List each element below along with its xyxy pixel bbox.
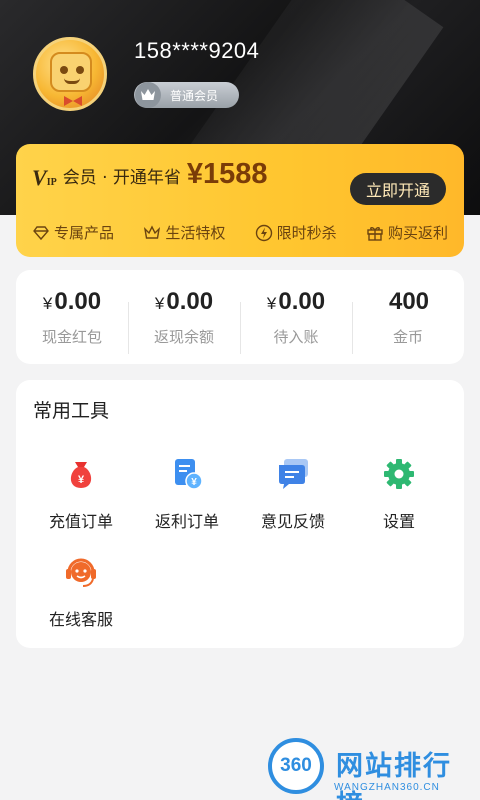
tool-recharge-orders[interactable]: ¥ 充值订单 [28,456,134,532]
vip-promo-card[interactable]: VIP 会员 · 开通年省 ¥1588 立即开通 专属产品 生活特权 限时秒杀 … [16,144,464,257]
vip-logo: VIP [32,165,57,190]
avatar[interactable] [33,37,107,111]
crown-icon [135,82,161,108]
perk-exclusive-products[interactable]: 专属产品 [32,222,114,243]
feedback-chat-icon [279,459,308,489]
stat-value: ¥0.00 [266,287,326,315]
tool-label: 设置 [382,512,415,531]
perk-purchase-rebate[interactable]: 购买返利 [366,222,448,243]
tool-rebate-orders[interactable]: ¥ 返利订单 [134,456,240,532]
watermark: 360 网站排行榜 WANGZHAN360.CN [268,738,480,800]
rebate-doc-icon: ¥ [175,459,203,490]
crown-icon [144,224,161,239]
avatar-bow [64,96,82,106]
tool-label: 在线客服 [48,610,113,629]
stat-pending[interactable]: ¥0.00 待入账 [240,287,352,354]
stat-cash-red-packet[interactable]: ¥0.00 现金红包 [16,288,128,347]
vip-promo-text: 会员 · 开通年省 [62,168,181,188]
avatar-eye-right [76,66,84,74]
vip-headline: VIP 会员 · 开通年省 ¥1588 [32,158,268,191]
stat-cashback-balance[interactable]: ¥0.00 返现余额 [128,287,240,354]
user-phone: 158****9204 [134,38,260,63]
stat-label: 待入账 [273,327,319,346]
svg-text:¥: ¥ [191,477,197,488]
stat-value: 400 [388,287,430,315]
common-tools-panel: 常用工具 ¥ 充值订单 ¥ 返利订单 意见反馈 设置 在线客服 [16,380,464,648]
watermark-logo: 360 [268,738,324,794]
member-level-label: 普通会员 [170,88,219,103]
svg-text:¥: ¥ [78,474,85,486]
perk-label: 限时秒杀 [276,224,337,242]
perk-flash-sale[interactable]: 限时秒杀 [255,222,337,243]
watermark-url: WANGZHAN360.CN [334,782,440,793]
headset-icon [66,558,96,587]
gear-icon [384,459,414,489]
avatar-eye-left [60,66,68,74]
money-bag-icon: ¥ [70,462,92,488]
avatar-face [50,52,92,92]
diamond-icon [33,225,49,240]
section-title: 常用工具 [33,400,110,422]
tool-online-service[interactable]: 在线客服 [28,554,134,630]
vip-perks: 专属产品 生活特权 限时秒杀 购买返利 [32,222,448,243]
perk-label: 购买返利 [387,224,448,242]
perk-label: 生活特权 [165,224,226,242]
member-level-badge[interactable]: 普通会员 [134,82,239,108]
stat-value: ¥0.00 [42,287,102,315]
tool-feedback[interactable]: 意见反馈 [240,456,346,532]
avatar-mouth [64,78,80,84]
gift-icon [367,226,383,241]
tool-label: 意见反馈 [260,512,325,531]
lightning-icon [255,224,272,241]
stat-coins[interactable]: 400 金币 [352,287,464,354]
stat-label: 返现余额 [153,327,214,346]
perk-life-privilege[interactable]: 生活特权 [143,222,225,243]
tool-settings[interactable]: 设置 [346,456,452,532]
tool-label: 充值订单 [48,512,113,531]
open-vip-button[interactable]: 立即开通 [350,173,446,205]
stat-label: 现金红包 [41,327,102,346]
balance-stats: ¥0.00 现金红包 ¥0.00 返现余额 ¥0.00 待入账 400 金币 [16,270,464,364]
stat-label: 金币 [392,327,423,346]
perk-label: 专属产品 [54,224,115,242]
tool-label: 返利订单 [154,512,219,531]
vip-price: ¥1588 [186,158,268,190]
stat-value: ¥0.00 [154,287,214,315]
